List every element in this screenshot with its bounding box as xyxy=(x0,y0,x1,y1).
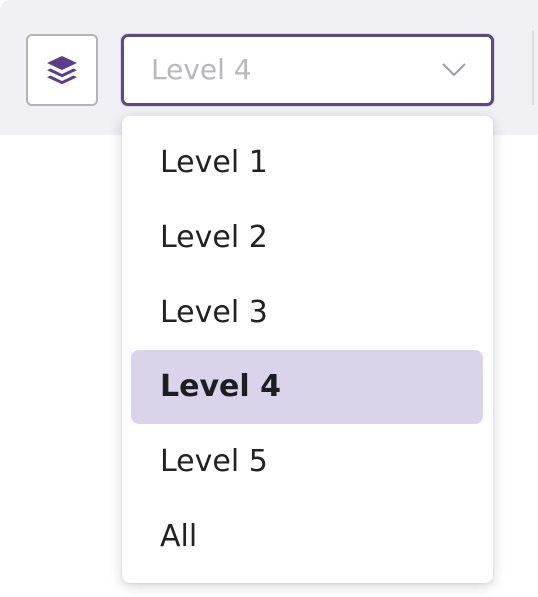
dropdown-option-level-5[interactable]: Level 5 xyxy=(131,425,483,499)
layers-button[interactable] xyxy=(26,34,98,106)
toolbar: Level 4 xyxy=(0,0,538,135)
level-dropdown-list: Level 1 Level 2 Level 3 Level 4 Level 5 … xyxy=(122,116,493,583)
dropdown-option-level-1[interactable]: Level 1 xyxy=(131,126,483,200)
toolbar-divider xyxy=(532,30,534,105)
dropdown-option-all[interactable]: All xyxy=(131,500,483,574)
dropdown-option-level-4[interactable]: Level 4 xyxy=(131,350,483,424)
level-select[interactable]: Level 4 xyxy=(121,34,494,106)
layers-icon xyxy=(47,56,77,85)
dropdown-option-level-2[interactable]: Level 2 xyxy=(131,201,483,275)
level-select-value: Level 4 xyxy=(151,53,252,86)
dropdown-option-level-3[interactable]: Level 3 xyxy=(131,276,483,350)
chevron-down-icon xyxy=(442,63,466,77)
